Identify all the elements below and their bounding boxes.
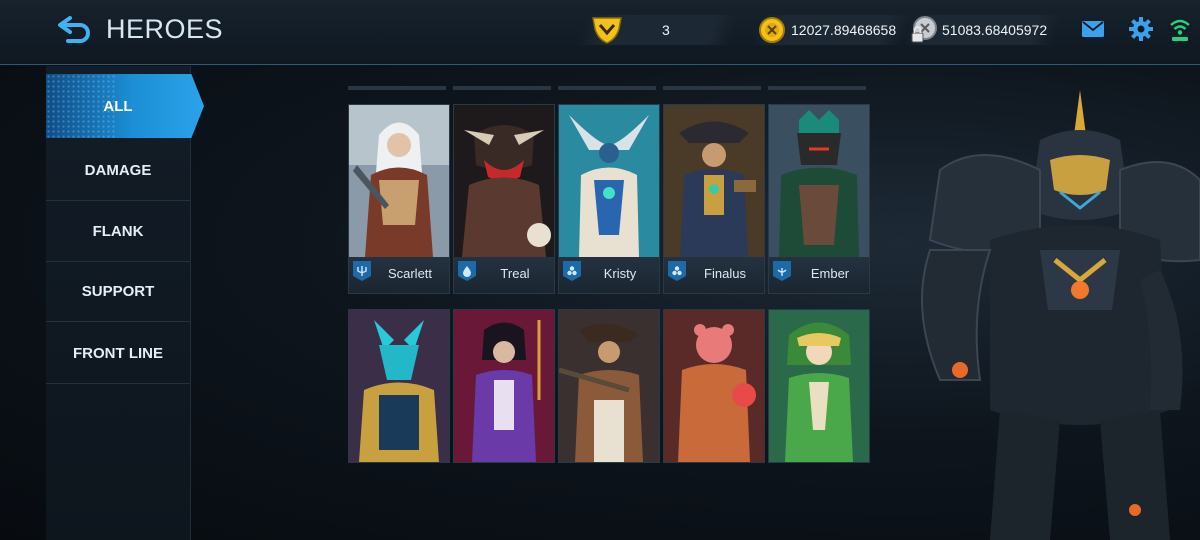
hero-card-ember[interactable]: Ember bbox=[768, 104, 870, 294]
gold-currency: 12027.89468658 bbox=[751, 15, 911, 45]
hero-name: Kristy bbox=[603, 266, 637, 281]
hero-portrait bbox=[349, 310, 449, 462]
hero-name: Ember bbox=[810, 266, 850, 281]
hero-portrait bbox=[559, 105, 659, 257]
hero-portrait bbox=[664, 105, 764, 257]
trident-icon bbox=[777, 268, 787, 276]
category-sidebar: ALL DAMAGE FLANK SUPPORT FRONT LINE bbox=[46, 66, 204, 540]
mail-icon bbox=[1082, 21, 1104, 37]
hero-portrait bbox=[664, 310, 764, 462]
network-status[interactable] bbox=[1168, 15, 1192, 48]
gold-coin-icon bbox=[759, 17, 785, 43]
top-bar: HEROES 3 12027.89468658 51083.68405972 bbox=[0, 0, 1200, 65]
role-badge bbox=[458, 261, 476, 281]
page-title: HEROES bbox=[106, 14, 224, 44]
hero-name-bar: Treal bbox=[454, 257, 554, 293]
role-badge bbox=[668, 261, 686, 281]
featured-hero-art bbox=[921, 90, 1200, 540]
hero-card-scarlett[interactable]: Scarlett bbox=[348, 104, 450, 294]
grid-divider bbox=[453, 86, 551, 90]
back-button[interactable] bbox=[56, 12, 94, 48]
grid-divider bbox=[663, 86, 761, 90]
grid-divider bbox=[558, 86, 656, 90]
role-badge bbox=[773, 261, 791, 281]
locked-coin-icon bbox=[911, 16, 937, 43]
hero-portrait bbox=[559, 310, 659, 462]
hero-card-sorceress[interactable] bbox=[453, 309, 555, 463]
gold-value: 12027.89468658 bbox=[791, 22, 897, 38]
hero-card-anubis[interactable] bbox=[348, 309, 450, 463]
hero-portrait bbox=[769, 310, 869, 462]
hero-name-bar: Finalus bbox=[664, 257, 764, 293]
back-arrow-icon bbox=[58, 16, 90, 43]
hero-name-bar: Ember bbox=[769, 257, 869, 293]
grid-divider bbox=[348, 86, 446, 90]
decorative-dots bbox=[46, 74, 116, 138]
category-support[interactable]: SUPPORT bbox=[46, 261, 190, 322]
hero-card-brawler[interactable] bbox=[663, 309, 765, 463]
trident-icon bbox=[357, 266, 367, 276]
gear-icon bbox=[1129, 17, 1153, 41]
hero-card-finalus[interactable]: Finalus bbox=[663, 104, 765, 294]
category-flank[interactable]: FLANK bbox=[46, 201, 190, 262]
category-label: FLANK bbox=[92, 222, 144, 240]
hero-name-bar: Scarlett bbox=[349, 257, 449, 293]
rank-shield-icon bbox=[592, 17, 622, 44]
settings-button[interactable] bbox=[1129, 17, 1153, 46]
category-all[interactable]: ALL bbox=[46, 74, 204, 138]
drop-icon bbox=[463, 266, 471, 277]
signal-icon bbox=[1170, 19, 1190, 41]
hero-card-treal[interactable]: Treal bbox=[453, 104, 555, 294]
category-label: SUPPORT bbox=[81, 282, 155, 300]
category-label: FRONT LINE bbox=[73, 344, 163, 362]
hero-portrait bbox=[454, 105, 554, 257]
locked-value: 51083.68405972 bbox=[942, 22, 1048, 38]
role-badge bbox=[353, 261, 371, 281]
hero-name: Finalus bbox=[704, 266, 746, 281]
hero-card-kristy[interactable]: Kristy bbox=[558, 104, 660, 294]
category-label: DAMAGE bbox=[84, 161, 152, 179]
rank-value: 3 bbox=[662, 22, 670, 38]
hex-cluster-icon bbox=[672, 266, 682, 276]
hero-portrait bbox=[454, 310, 554, 462]
rank-display: 3 bbox=[577, 15, 739, 45]
locked-currency: 51083.68405972 bbox=[902, 15, 1062, 45]
hero-portrait bbox=[769, 105, 869, 257]
hero-card-elf[interactable] bbox=[768, 309, 870, 463]
category-front-line[interactable]: FRONT LINE bbox=[46, 323, 190, 384]
mail-button[interactable] bbox=[1081, 19, 1105, 44]
hero-portrait bbox=[349, 105, 449, 257]
hex-cluster-icon bbox=[567, 266, 577, 276]
grid-divider bbox=[768, 86, 866, 90]
hero-name: Treal bbox=[500, 266, 530, 281]
role-badge bbox=[563, 261, 581, 281]
hero-card-musketeer[interactable] bbox=[558, 309, 660, 463]
category-damage[interactable]: DAMAGE bbox=[46, 140, 190, 201]
hero-name-bar: Kristy bbox=[559, 257, 659, 293]
hero-name: Scarlett bbox=[387, 266, 433, 281]
